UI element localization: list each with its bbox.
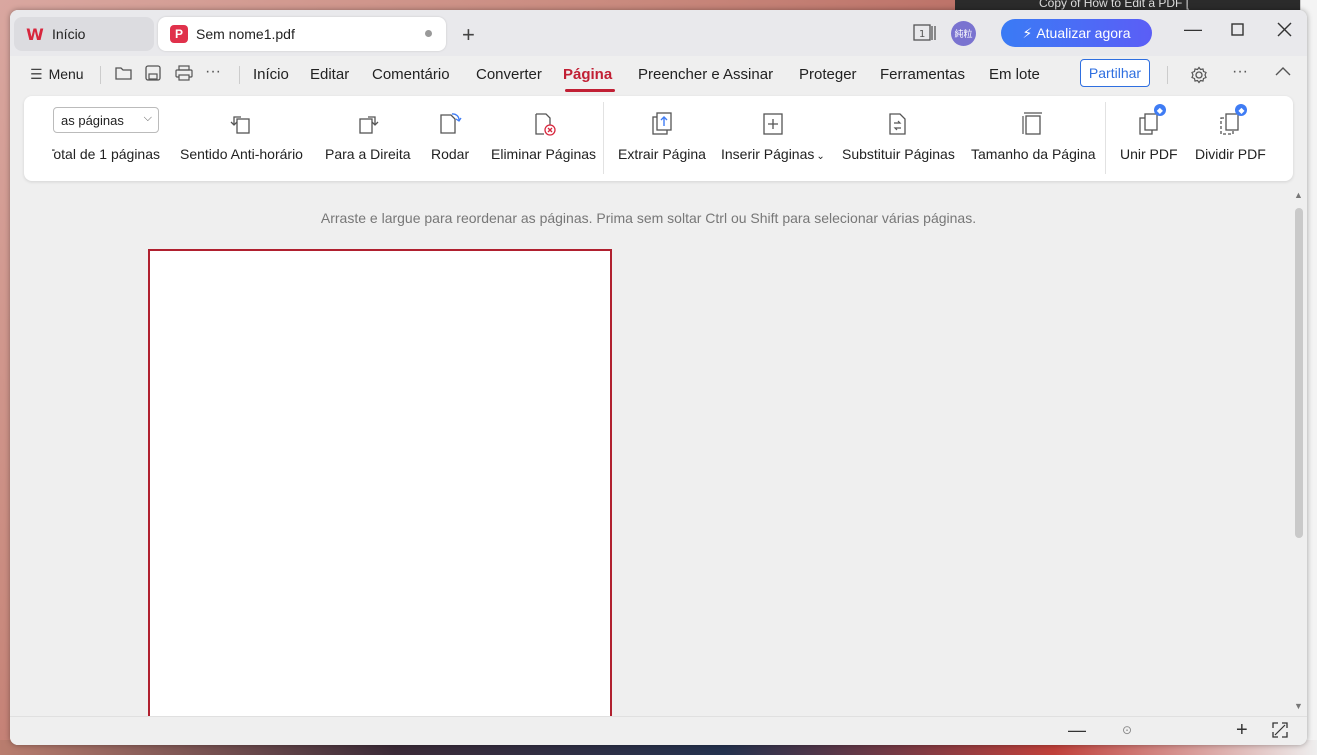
premium-badge-icon: ◆ bbox=[1153, 104, 1166, 116]
wps-logo-icon: W bbox=[26, 24, 44, 44]
background-window-strip: Copy of How to Edit a PDF [ bbox=[955, 0, 1317, 10]
rotate-right-label: Para a Direita bbox=[325, 146, 411, 162]
unsaved-dot-icon[interactable] bbox=[425, 30, 432, 37]
active-tab-indicator bbox=[565, 89, 615, 92]
lightning-icon: ⚡ bbox=[1022, 24, 1033, 41]
page-range-value: as páginas bbox=[61, 112, 124, 128]
merge-pdf-icon: ◆ bbox=[1136, 104, 1166, 138]
menu-item-pagina[interactable]: Página bbox=[563, 66, 612, 83]
page-range-select[interactable]: as páginas ⌵ bbox=[53, 107, 159, 133]
zoom-out-icon[interactable]: — bbox=[1068, 720, 1086, 741]
insert-pages-label: Inserir Páginas ⌄ bbox=[721, 146, 825, 162]
zoom-in-icon[interactable]: + bbox=[1236, 719, 1248, 742]
menu-item-inicio[interactable]: Início bbox=[253, 66, 289, 83]
divider bbox=[239, 66, 240, 84]
collapse-ribbon-icon[interactable] bbox=[1274, 64, 1292, 82]
print-icon[interactable] bbox=[175, 65, 193, 86]
rotate-page-icon bbox=[437, 110, 463, 138]
rotate-left-icon bbox=[228, 110, 254, 138]
ribbon-divider bbox=[603, 102, 604, 174]
scroll-up-icon[interactable]: ▲ bbox=[1294, 190, 1303, 200]
split-pdf-label: Dividir PDF bbox=[1195, 146, 1266, 162]
layout-icon[interactable]: 1 bbox=[913, 24, 937, 45]
background-window-title: Copy of How to Edit a PDF [ bbox=[1039, 0, 1190, 10]
divider bbox=[1167, 66, 1168, 84]
menu-item-proteger[interactable]: Proteger bbox=[799, 66, 857, 83]
rotate-button[interactable]: Rodar bbox=[431, 110, 469, 174]
replace-pages-label: Substituir Páginas bbox=[842, 146, 955, 162]
menu-item-preencher[interactable]: Preencher e Assinar bbox=[638, 66, 773, 83]
menu-button[interactable]: ☰ Menu bbox=[30, 66, 84, 83]
title-bar: W Início P Sem nome1.pdf + 1 純粒 ⚡ Atuali… bbox=[10, 10, 1307, 56]
page-organizer-area: Arraste e largue para reordenar as págin… bbox=[10, 186, 1307, 719]
menu-bar: ☰ Menu ··· Início Editar Comentário Conve… bbox=[10, 56, 1307, 94]
menu-item-em-lote[interactable]: Em lote bbox=[989, 66, 1040, 83]
pdf-logo-icon: P bbox=[170, 25, 188, 43]
save-icon[interactable] bbox=[145, 65, 161, 86]
status-bar: — ⊙ + bbox=[10, 716, 1307, 745]
tab-home[interactable]: W Início bbox=[14, 17, 154, 51]
rotate-left-label: Sentido Anti-horário bbox=[180, 146, 303, 162]
scroll-down-icon[interactable]: ▼ bbox=[1294, 701, 1303, 711]
split-pdf-icon: ◆ bbox=[1217, 104, 1248, 138]
merge-pdf-label: Unir PDF bbox=[1120, 146, 1178, 162]
ribbon-divider bbox=[1105, 102, 1106, 174]
fullscreen-icon[interactable] bbox=[1272, 722, 1288, 743]
replace-page-icon bbox=[885, 110, 911, 138]
delete-page-icon bbox=[531, 110, 557, 138]
settings-gear-icon[interactable] bbox=[1190, 66, 1208, 89]
reorder-hint: Arraste e largue para reordenar as págin… bbox=[320, 210, 977, 226]
svg-text:1: 1 bbox=[919, 29, 925, 40]
menu-item-converter[interactable]: Converter bbox=[476, 66, 542, 83]
extract-page-label: Extrair Página bbox=[618, 146, 706, 162]
tab-home-label: Início bbox=[52, 26, 86, 42]
vertical-scrollbar[interactable]: ▲ ▼ bbox=[1293, 186, 1305, 716]
tab-document-label: Sem nome1.pdf bbox=[196, 26, 295, 42]
extract-page-button[interactable]: Extrair Página bbox=[618, 110, 706, 174]
scroll-thumb[interactable] bbox=[1295, 208, 1303, 538]
maximize-button[interactable] bbox=[1231, 21, 1245, 42]
insert-pages-text: Inserir Páginas bbox=[721, 146, 815, 162]
close-button[interactable] bbox=[1277, 21, 1292, 42]
page-thumbnail[interactable] bbox=[148, 249, 612, 719]
replace-pages-button[interactable]: Substituir Páginas bbox=[842, 110, 955, 174]
upgrade-label: Atualizar agora bbox=[1036, 25, 1131, 41]
tab-document[interactable]: P Sem nome1.pdf bbox=[158, 17, 446, 51]
zoom-slider-handle[interactable]: ⊙ bbox=[1122, 723, 1132, 737]
app-window: W Início P Sem nome1.pdf + 1 純粒 ⚡ Atuali… bbox=[10, 10, 1307, 745]
insert-page-icon bbox=[760, 110, 786, 138]
hamburger-icon: ☰ bbox=[30, 66, 43, 82]
menu-label: Menu bbox=[48, 66, 84, 82]
rotate-right-button[interactable]: Para a Direita bbox=[325, 110, 411, 174]
extract-page-icon bbox=[649, 110, 675, 138]
avatar[interactable]: 純粒 bbox=[951, 21, 976, 46]
page-size-icon bbox=[1020, 110, 1046, 138]
total-pages-label: Total de 1 páginas bbox=[52, 146, 160, 162]
more-options-icon[interactable]: ··· bbox=[205, 63, 221, 81]
chevron-down-icon: ⌄ bbox=[816, 151, 825, 162]
menu-item-ferramentas[interactable]: Ferramentas bbox=[880, 66, 965, 83]
share-button[interactable]: Partilhar bbox=[1080, 59, 1150, 87]
chevron-down-icon: ⌵ bbox=[143, 112, 152, 124]
menu-item-comentario[interactable]: Comentário bbox=[372, 66, 450, 83]
new-tab-button[interactable]: + bbox=[462, 22, 475, 48]
minimize-button[interactable]: — bbox=[1184, 19, 1202, 40]
menu-item-editar[interactable]: Editar bbox=[310, 66, 349, 83]
upgrade-button[interactable]: ⚡ Atualizar agora bbox=[1001, 19, 1152, 47]
split-pdf-button[interactable]: ◆ Dividir PDF bbox=[1195, 104, 1266, 174]
premium-badge-icon: ◆ bbox=[1235, 104, 1248, 116]
more-icon[interactable]: ··· bbox=[1232, 63, 1248, 81]
rotate-left-button[interactable]: Sentido Anti-horário bbox=[180, 110, 303, 174]
rotate-right-icon bbox=[355, 110, 381, 138]
page-ribbon: as páginas ⌵ Total de 1 páginas Sentido … bbox=[24, 96, 1293, 181]
merge-pdf-button[interactable]: ◆ Unir PDF bbox=[1120, 104, 1178, 174]
rotate-label: Rodar bbox=[431, 146, 470, 162]
page-size-button[interactable]: Tamanho da Página bbox=[971, 110, 1096, 174]
open-folder-icon[interactable] bbox=[115, 65, 133, 86]
delete-pages-button[interactable]: Eliminar Páginas bbox=[491, 110, 596, 174]
insert-pages-button[interactable]: Inserir Páginas ⌄ bbox=[721, 110, 825, 174]
delete-pages-label: Eliminar Páginas bbox=[491, 146, 597, 162]
divider bbox=[100, 66, 101, 84]
page-size-label: Tamanho da Página bbox=[971, 146, 1096, 162]
